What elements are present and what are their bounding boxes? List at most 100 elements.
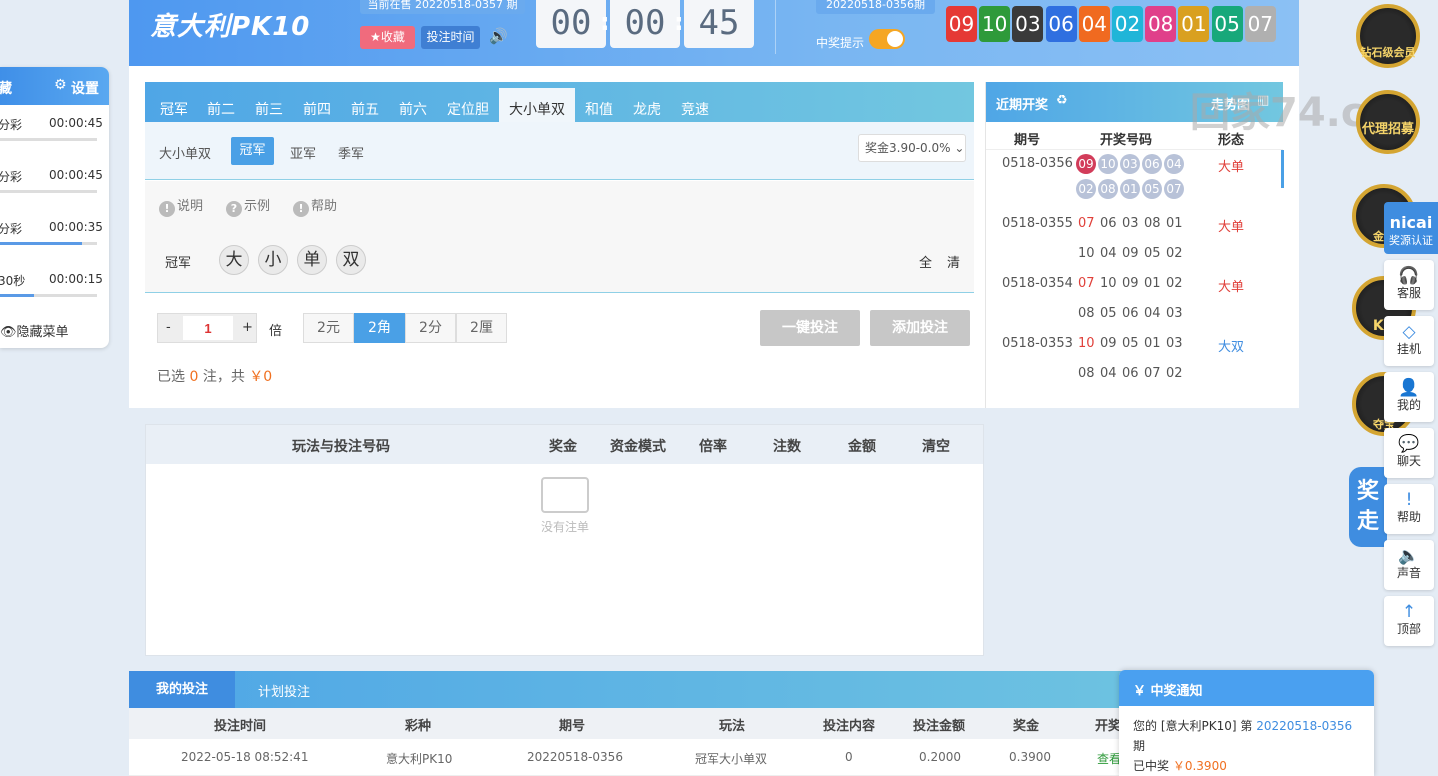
col-play: 玩法与投注号码 [292, 439, 390, 455]
result-number: 07 [1164, 179, 1184, 199]
lottery-name: 分彩 [0, 170, 23, 184]
tab-8[interactable]: 和值 [585, 99, 613, 119]
tab-plan-bets[interactable]: 计划投注 [258, 681, 310, 700]
toolbar-label: 顶部 [1396, 622, 1421, 636]
result-number: 08 [1078, 366, 1095, 381]
bet-time-button[interactable]: 投注时间 [421, 26, 480, 49]
cell-issue: 20220518-0356 [527, 750, 623, 764]
settings-link[interactable]: 设置 [71, 78, 99, 98]
clear-button[interactable]: 清 [947, 252, 960, 271]
increase-button[interactable]: + [242, 320, 253, 335]
help-explain[interactable]: ! 说明 [159, 195, 203, 217]
lottery-row[interactable]: 分彩 00:00:45 [0, 157, 109, 209]
col-play: 玩法 [719, 719, 746, 734]
help-help[interactable]: ! 帮助 [293, 195, 337, 217]
col-bet-time: 投注时间 [214, 719, 267, 734]
unit-jiao[interactable]: 2角 [354, 313, 405, 343]
view-link[interactable]: 查看 [1097, 750, 1121, 767]
tab-1[interactable]: 前二 [207, 99, 235, 119]
badge-label: 代理招募 [1361, 122, 1414, 137]
toolbar-label: 聊天 [1396, 454, 1421, 468]
lottery-row[interactable]: 分彩 00:00:35 [0, 209, 109, 261]
diamond-member-badge[interactable]: 钻石级会员 [1356, 4, 1420, 68]
unit-li[interactable]: 2厘 [456, 313, 507, 343]
result-number: 08 [1098, 179, 1118, 199]
toolbar-speaker-button[interactable]: 🔈 声音 [1384, 540, 1434, 590]
lottery-name: 分彩 [0, 222, 23, 236]
unit-fen[interactable]: 2分 [405, 313, 456, 343]
progress-bar [0, 138, 97, 141]
result-number: 03 [1166, 336, 1183, 351]
notify-suffix: 期 [1133, 739, 1146, 753]
headset-icon: 🎧 [1398, 266, 1420, 286]
unit-yuan[interactable]: 2元 [303, 313, 354, 343]
result-number: 02 [1076, 179, 1096, 199]
sub-option-second[interactable]: 亚军 [290, 143, 316, 162]
recent-scrollbar[interactable] [1281, 150, 1284, 188]
toolbar-diamond-button[interactable]: ◇ 挂机 [1384, 316, 1434, 366]
agent-badge[interactable]: 代理招募 [1356, 90, 1420, 154]
win-tip-toggle[interactable] [869, 29, 905, 49]
volume-icon[interactable]: 🔊 [489, 27, 508, 45]
tab-7[interactable]: 大小单双 [499, 88, 575, 122]
toolbar-help-button[interactable]: ! 帮助 [1384, 484, 1434, 534]
countdown-seconds: 45 [684, 0, 754, 48]
pick-even[interactable]: 双 [336, 245, 366, 275]
result-number: 10 [1098, 154, 1118, 174]
tab-2[interactable]: 前三 [255, 99, 283, 119]
notify-amount: ￥0.3900 [1172, 759, 1227, 773]
result-number: 10 [1078, 336, 1095, 351]
lottery-logo: 意大利PK10 [150, 12, 311, 42]
tab-3[interactable]: 前四 [303, 99, 331, 119]
sel-mid: 注，共 [202, 369, 245, 385]
col-content: 投注内容 [823, 719, 876, 734]
result-form: 大单 [1218, 160, 1245, 175]
win-notification: ￥ 中奖通知 您的 [意大利PK10] 第 20220518-0356 期 已中… [1119, 670, 1374, 776]
toolbar-arrow-up-button[interactable]: ↑ 顶部 [1384, 596, 1434, 646]
pick-small[interactable]: 小 [258, 245, 288, 275]
result-number: 02 [1166, 276, 1183, 291]
tab-10[interactable]: 竞速 [681, 99, 709, 119]
notify-line2: 已中奖 [1133, 759, 1170, 773]
progress-bar [0, 190, 97, 193]
hide-menu-button[interactable]: 👁隐藏菜单 [0, 321, 69, 340]
one-click-bet-button[interactable]: 一键投注 [760, 310, 860, 346]
toolbar-headset-button[interactable]: 🎧 客服 [1384, 260, 1434, 310]
tab-0[interactable]: 冠军 [160, 99, 188, 119]
result-form: 大双 [1218, 340, 1245, 355]
pick-odd[interactable]: 单 [297, 245, 327, 275]
lottery-row[interactable]: 30秒 00:00:15 [0, 261, 109, 313]
tab-4[interactable]: 前五 [351, 99, 379, 119]
prize-select[interactable]: 奖金3.90-0.0% ⌄ [858, 134, 966, 162]
refresh-icon[interactable]: ♻ [1056, 93, 1068, 108]
tab-my-bets[interactable]: 我的投注 [129, 671, 235, 708]
help-example[interactable]: ? 示例 [226, 195, 270, 217]
lottery-name: 分彩 [0, 118, 23, 132]
pick-big[interactable]: 大 [219, 245, 249, 275]
multiplier-input[interactable] [183, 316, 233, 340]
gear-icon[interactable]: ⚙ [54, 77, 67, 93]
draw-ball: 03 [1012, 6, 1044, 42]
tab-6[interactable]: 定位胆 [447, 99, 489, 119]
win-tip-label: 中奖提示 [816, 36, 865, 50]
sub-play-bar: 大小单双 冠军 亚军 季军 奖金3.90-0.0% ⌄ [145, 122, 974, 180]
select-all-button[interactable]: 全 [919, 252, 932, 271]
number-pick-area: ! 说明 ? 示例 ! 帮助 冠军 大 小 单 双 全 清 [145, 181, 974, 293]
chevron-down-icon: ⌄ [954, 141, 965, 155]
sub-option-third[interactable]: 季军 [338, 143, 364, 162]
sel-count: 0 [189, 369, 199, 385]
result-number: 01 [1144, 276, 1161, 291]
toolbar-chat-button[interactable]: 💬 聊天 [1384, 428, 1434, 478]
add-bet-button[interactable]: 添加投注 [870, 310, 970, 346]
tab-9[interactable]: 龙虎 [633, 99, 661, 119]
lottery-row[interactable]: 分彩 00:00:45 [0, 105, 109, 157]
toolbar-user-button[interactable]: 👤 我的 [1384, 372, 1434, 422]
sub-option-champion[interactable]: 冠军 [231, 137, 274, 165]
favorite-button[interactable]: ★收藏 [360, 26, 415, 49]
awards-tab[interactable]: 奖走 [1349, 467, 1387, 547]
tab-5[interactable]: 前六 [399, 99, 427, 119]
decrease-button[interactable]: - [166, 320, 171, 335]
clear-all-button[interactable]: 清空 [922, 436, 950, 456]
sel-prefix: 已选 [157, 369, 185, 385]
countdown-minutes: 00 [610, 0, 680, 48]
